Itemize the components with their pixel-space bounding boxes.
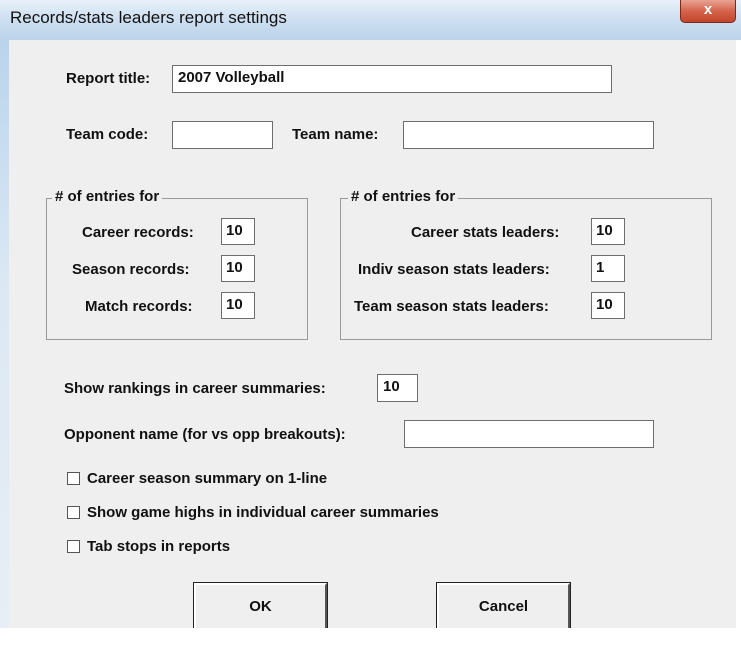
tab-stops-label: Tab stops in reports: [87, 538, 231, 555]
career-season-summary-label: Career season summary on 1-line: [87, 470, 328, 487]
show-game-highs-checkbox[interactable]: [67, 506, 80, 519]
show-rankings-label: Show rankings in career summaries:: [64, 380, 326, 397]
close-button[interactable]: x: [680, 0, 736, 23]
career-stats-leaders-input[interactable]: 10: [591, 218, 625, 245]
indiv-season-stats-leaders-input[interactable]: 1: [591, 255, 625, 282]
team-name-label: Team name:: [292, 126, 379, 143]
tab-stops-checkbox[interactable]: [67, 540, 80, 553]
opponent-name-label: Opponent name (for vs opp breakouts):: [64, 426, 346, 443]
team-season-stats-leaders-label: Team season stats leaders:: [354, 298, 549, 315]
team-name-input[interactable]: [403, 121, 654, 149]
report-title-input[interactable]: 2007 Volleyball: [172, 65, 612, 93]
career-records-input[interactable]: 10: [221, 218, 255, 245]
show-game-highs-checkbox-row[interactable]: Show game highs in individual career sum…: [67, 504, 439, 521]
records-group-legend: # of entries for: [52, 188, 163, 205]
report-title-label: Report title:: [66, 70, 151, 87]
career-season-summary-checkbox-row[interactable]: Career season summary on 1-line: [67, 470, 327, 487]
career-season-summary-checkbox[interactable]: [67, 472, 80, 485]
season-records-input[interactable]: 10: [221, 255, 255, 282]
season-records-label: Season records:: [72, 261, 190, 278]
window-bottom-border: [0, 628, 741, 645]
window-left-border: [0, 40, 9, 645]
window-right-border: [736, 40, 741, 630]
close-icon: x: [703, 1, 713, 18]
team-code-input[interactable]: [172, 121, 273, 149]
opponent-name-input[interactable]: [404, 420, 654, 448]
stats-group-legend: # of entries for: [348, 188, 459, 205]
team-season-stats-leaders-input[interactable]: 10: [591, 292, 625, 319]
window-title: Records/stats leaders report settings: [10, 8, 287, 27]
settings-dialog: Records/stats leaders report settings x …: [0, 0, 741, 645]
ok-button[interactable]: OK: [193, 582, 328, 632]
team-code-label: Team code:: [66, 126, 149, 143]
show-rankings-input[interactable]: 10: [377, 374, 418, 402]
match-records-input[interactable]: 10: [221, 292, 255, 319]
indiv-season-stats-leaders-label: Indiv season stats leaders:: [358, 261, 550, 278]
title-bar[interactable]: Records/stats leaders report settings x: [0, 0, 741, 40]
cancel-button[interactable]: Cancel: [436, 582, 571, 632]
tab-stops-checkbox-row[interactable]: Tab stops in reports: [67, 538, 230, 555]
career-stats-leaders-label: Career stats leaders:: [411, 224, 560, 241]
career-records-label: Career records:: [82, 224, 194, 241]
show-game-highs-label: Show game highs in individual career sum…: [87, 504, 439, 521]
match-records-label: Match records:: [85, 298, 193, 315]
